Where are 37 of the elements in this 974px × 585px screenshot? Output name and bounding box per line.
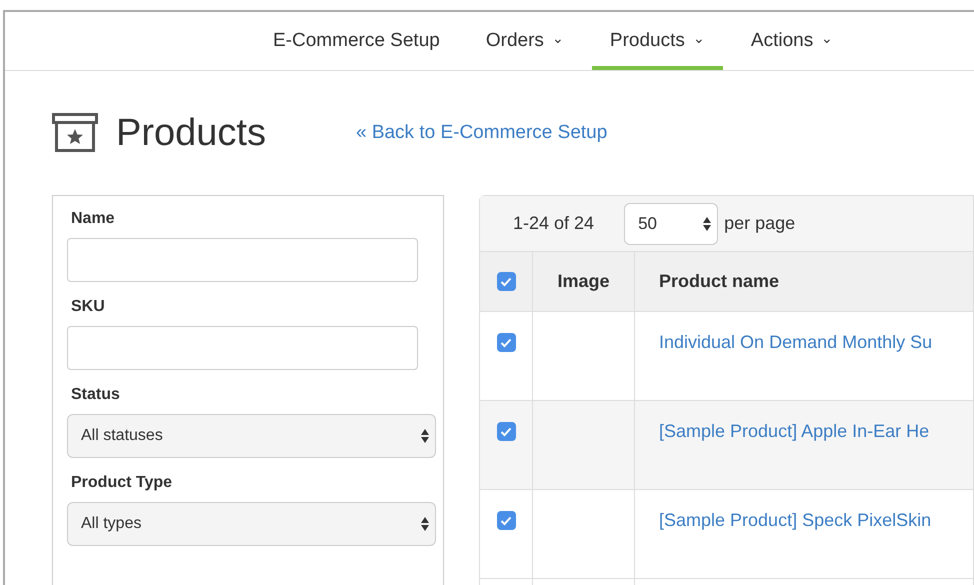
- field-label: Name: [71, 210, 116, 228]
- page-title: Products: [116, 112, 266, 154]
- product-link[interactable]: [Sample Product] Apple In-Ear He: [659, 421, 930, 441]
- result-count: 1-24 of 24: [513, 213, 594, 234]
- up-down-arrows-icon: [703, 216, 712, 230]
- checkmark-icon: [500, 426, 512, 436]
- caret-icon: ⌄: [821, 30, 834, 46]
- row-checkbox[interactable]: [496, 511, 516, 530]
- select-dropdown[interactable]: All types: [67, 502, 436, 546]
- nav-tab[interactable]: E-Commerce Setup: [255, 12, 458, 70]
- nav-tab[interactable]: Products ⌄: [592, 12, 723, 70]
- checkmark-icon: [500, 516, 512, 526]
- caret-icon: ⌄: [552, 30, 564, 46]
- per-page-label: per page: [724, 213, 796, 234]
- input-field[interactable]: [67, 238, 418, 282]
- up-down-arrows-icon: [421, 429, 429, 443]
- product-link[interactable]: Individual On Demand Monthly Su: [659, 332, 932, 352]
- checkmark-icon: [500, 276, 512, 286]
- field-label: SKU: [71, 298, 106, 316]
- back-link[interactable]: « Back to E-Commerce Setup: [356, 122, 608, 144]
- per-page-select[interactable]: 50: [624, 202, 718, 244]
- product-link[interactable]: [Sample Product] Speck PixelSkin: [659, 510, 932, 530]
- field-label: Status: [71, 386, 121, 404]
- checkmark-icon: [500, 338, 512, 348]
- select-all-checkbox[interactable]: [496, 272, 516, 291]
- column-header: Image: [557, 271, 610, 292]
- row-checkbox[interactable]: [496, 422, 516, 441]
- input-field[interactable]: [67, 326, 418, 370]
- select-dropdown[interactable]: All statuses: [67, 414, 436, 458]
- nav-tab[interactable]: Actions ⌄: [732, 12, 852, 70]
- field-label: Product Type: [71, 474, 174, 492]
- row-checkbox[interactable]: [496, 333, 516, 352]
- box-star-icon: [52, 113, 98, 153]
- up-down-arrows-icon: [421, 517, 429, 531]
- column-header: Product name: [659, 271, 780, 292]
- caret-icon: ⌄: [692, 30, 705, 46]
- nav-tab[interactable]: Orders ⌄: [468, 12, 582, 70]
